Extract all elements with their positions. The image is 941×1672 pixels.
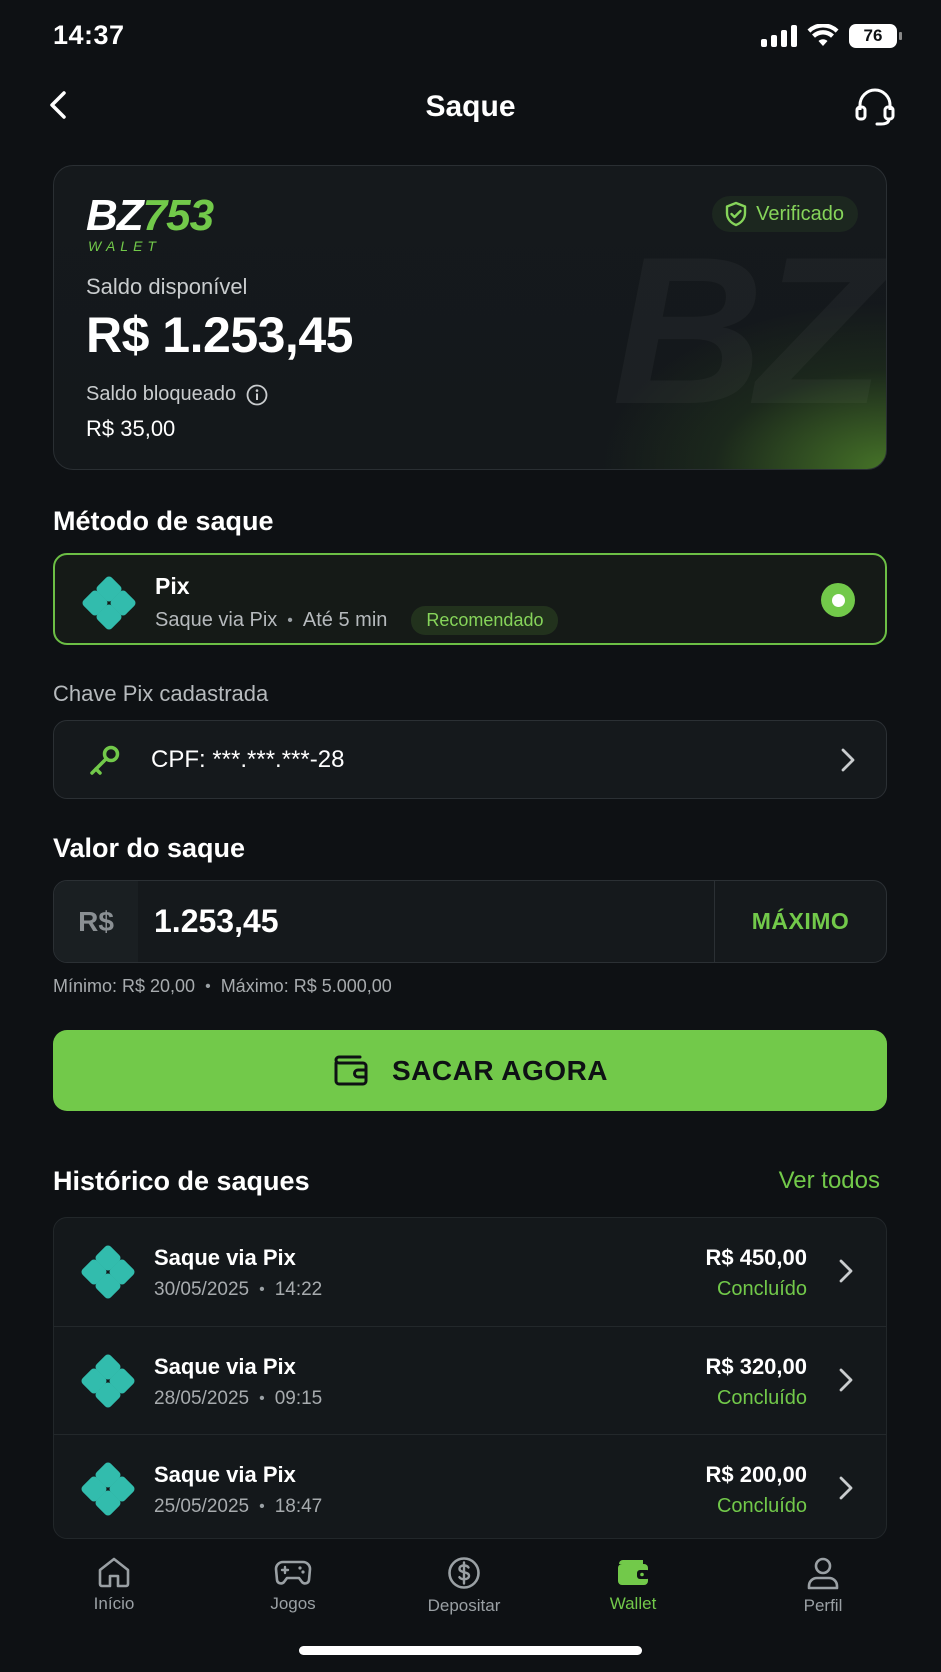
history-date: 28/05/2025 — [154, 1388, 250, 1409]
method-details: Saque via Pix • Até 5 min Recomendado — [155, 606, 559, 635]
info-icon[interactable] — [246, 384, 268, 406]
history-amount: R$ 200,00 — [705, 1462, 807, 1487]
chevron-right-icon — [839, 1368, 853, 1392]
pix-icon — [81, 1462, 135, 1516]
history-status: Concluído — [716, 1387, 807, 1409]
max-limit: Máximo: R$ 5.000,00 — [220, 976, 392, 996]
balance-label: Saldo disponível — [86, 274, 248, 299]
nav-label: Depositar — [427, 1596, 501, 1615]
locked-balance-row: Saldo bloqueado — [86, 383, 268, 406]
history-section-title: Histórico de saques — [53, 1166, 310, 1196]
battery-level: 76 — [863, 26, 883, 45]
brand-watermark: BZ — [612, 226, 876, 436]
dollar-coin-icon — [448, 1557, 480, 1589]
method-name: Pix — [155, 573, 190, 599]
shield-check-icon — [725, 201, 747, 227]
max-amount-button[interactable]: MÁXIMO — [714, 881, 886, 962]
wallet-icon — [618, 1560, 650, 1585]
pix-method-option[interactable]: Pix Saque via Pix • Até 5 min Recomendad… — [53, 553, 887, 645]
nav-label: Início — [93, 1594, 135, 1613]
pix-icon — [81, 1245, 135, 1299]
wallet-icon — [334, 1055, 368, 1085]
amount-field: R$ MÁXIMO — [53, 880, 887, 963]
locked-balance-label: Saldo bloqueado — [86, 383, 237, 405]
locked-balance-value: R$ 35,00 — [86, 416, 176, 441]
history-time: 18:47 — [274, 1496, 323, 1517]
pix-key-selector[interactable]: CPF: ***.***.***-28 — [53, 720, 887, 799]
nav-label: Perfil — [803, 1596, 843, 1615]
history-status: Concluído — [716, 1495, 807, 1517]
logo-subtitle: WALET — [88, 238, 161, 254]
history-title: Saque via Pix — [154, 1245, 296, 1270]
method-time: Até 5 min — [302, 609, 388, 631]
history-title: Saque via Pix — [154, 1462, 296, 1487]
headset-icon[interactable] — [855, 88, 895, 126]
history-time: 14:22 — [274, 1279, 323, 1300]
home-indicator — [299, 1646, 642, 1655]
withdraw-now-button[interactable]: SACAR AGORA — [53, 1030, 887, 1111]
method-radio-selected[interactable] — [821, 583, 855, 617]
chevron-right-icon — [839, 1259, 853, 1283]
nav-item-inicio[interactable]: Início — [54, 1556, 174, 1614]
separator-dot: • — [259, 1390, 265, 1407]
nav-item-perfil[interactable]: Perfil — [763, 1556, 883, 1616]
nav-item-wallet[interactable]: Wallet — [573, 1556, 693, 1614]
currency-prefix: R$ — [54, 881, 138, 962]
pix-key-label: Chave Pix cadastrada — [53, 681, 269, 706]
signal-icon — [761, 25, 797, 47]
amount-section-title: Valor do saque — [53, 833, 246, 863]
nav-label: Jogos — [270, 1594, 316, 1613]
history-datetime: 25/05/2025 • 18:47 — [154, 1496, 322, 1518]
history-row[interactable]: Saque via Pix 25/05/2025 • 18:47 R$ 200,… — [54, 1434, 886, 1538]
pix-key-value: CPF: ***.***.***-28 — [151, 746, 345, 773]
gamepad-icon — [274, 1560, 312, 1585]
history-row[interactable]: Saque via Pix 30/05/2025 • 14:22 R$ 450,… — [54, 1218, 886, 1326]
user-icon — [807, 1557, 839, 1590]
method-description: Saque via Pix — [155, 609, 278, 631]
history-date: 25/05/2025 — [154, 1496, 250, 1517]
status-icons: 76 — [761, 24, 902, 48]
pix-icon — [82, 576, 136, 630]
history-date: 30/05/2025 — [154, 1279, 250, 1300]
history-time: 09:15 — [274, 1388, 323, 1409]
history-row[interactable]: Saque via Pix 28/05/2025 • 09:15 R$ 320,… — [54, 1326, 886, 1434]
separator-dot: • — [287, 611, 293, 629]
battery-icon: 76 — [849, 24, 902, 48]
logo-number: 753 — [142, 191, 214, 240]
wifi-icon — [807, 24, 839, 46]
home-icon — [98, 1557, 130, 1588]
history-amount: R$ 320,00 — [705, 1354, 807, 1379]
wallet-balance-card: BZ BZ753 WALET Verificado Saldo disponív… — [53, 165, 887, 470]
brand-logo: BZ753 WALET — [86, 191, 214, 255]
history-title: Saque via Pix — [154, 1354, 296, 1379]
nav-item-jogos[interactable]: Jogos — [233, 1556, 353, 1614]
history-amount: R$ 450,00 — [705, 1245, 807, 1270]
separator-dot: • — [259, 1281, 265, 1298]
chevron-right-icon — [839, 1476, 853, 1500]
amount-input[interactable] — [154, 881, 754, 962]
logo-text: BZ — [86, 191, 144, 240]
see-all-link[interactable]: Ver todos — [779, 1167, 880, 1195]
nav-item-depositar[interactable]: Depositar — [404, 1556, 524, 1616]
chevron-right-icon — [841, 748, 855, 772]
history-list: Saque via Pix 30/05/2025 • 14:22 R$ 450,… — [53, 1217, 887, 1539]
key-icon — [90, 745, 120, 775]
history-datetime: 28/05/2025 • 09:15 — [154, 1388, 322, 1410]
verified-label: Verificado — [756, 202, 844, 225]
method-section-title: Método de saque — [53, 506, 274, 536]
history-datetime: 30/05/2025 • 14:22 — [154, 1279, 322, 1301]
page-title: Saque — [425, 90, 516, 123]
separator-dot: • — [259, 1498, 265, 1515]
balance-value: R$ 1.253,45 — [86, 307, 353, 363]
separator-dot: • — [205, 977, 211, 995]
amount-limits: Mínimo: R$ 20,00 • Máximo: R$ 5.000,00 — [53, 976, 392, 997]
nav-label: Wallet — [609, 1594, 657, 1613]
withdraw-now-label: SACAR AGORA — [391, 1054, 609, 1086]
pix-icon — [81, 1354, 135, 1408]
min-limit: Mínimo: R$ 20,00 — [53, 976, 196, 996]
recommended-badge: Recomendado — [411, 606, 559, 635]
verified-badge: Verificado — [712, 196, 858, 232]
history-status: Concluído — [716, 1278, 807, 1300]
status-time: 14:37 — [53, 20, 125, 50]
